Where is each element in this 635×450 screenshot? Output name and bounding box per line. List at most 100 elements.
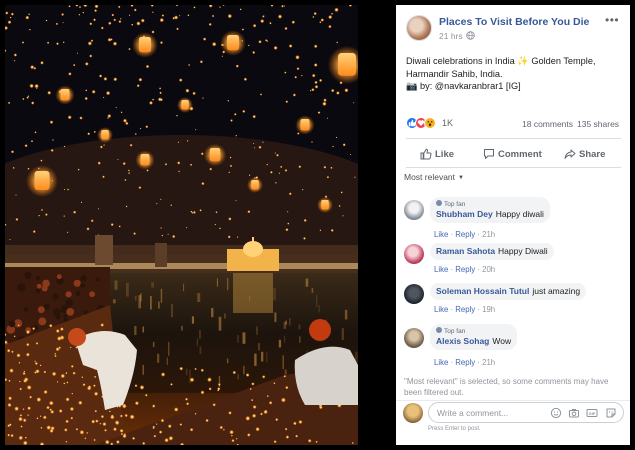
lantern-light: [5, 11, 9, 15]
lantern-light: [12, 166, 15, 169]
lantern-light: [67, 115, 72, 120]
diya-light: [26, 342, 30, 347]
shares-count[interactable]: 135 shares: [577, 119, 619, 129]
diya-light: [56, 336, 62, 341]
commenter-name[interactable]: Soleman Hossain Tutul: [436, 286, 529, 296]
lantern-light: [87, 132, 91, 136]
lantern-light: [125, 205, 128, 208]
comment-reply-link[interactable]: Reply: [455, 265, 475, 274]
caption-line[interactable]: 📷 by: @navkaranbrar1 [IG]: [406, 80, 621, 93]
comment-reply-link[interactable]: Reply: [455, 358, 475, 367]
lantern-light: [336, 41, 339, 44]
lantern-light: [91, 89, 96, 94]
comment-time[interactable]: 21h: [482, 358, 495, 367]
commenter-avatar[interactable]: [404, 328, 424, 348]
diya-light: [43, 370, 47, 374]
camera-icon[interactable]: [568, 407, 580, 419]
lantern-light: [98, 74, 103, 78]
lantern-light: [253, 147, 256, 149]
comments-count[interactable]: 18 comments: [522, 119, 573, 129]
reaction-count[interactable]: 1K: [442, 118, 453, 128]
lantern-light: [15, 194, 17, 196]
lantern-light: [136, 21, 141, 26]
water-reflection: [266, 351, 268, 363]
comment-input[interactable]: [437, 406, 547, 420]
post-timestamp[interactable]: 21 hrs: [439, 31, 463, 41]
lantern-light: [349, 153, 352, 156]
post-photo[interactable]: [5, 5, 358, 445]
post-caption: Diwali celebrations in India ✨ Golden Te…: [406, 55, 621, 93]
lantern-light: [22, 97, 25, 101]
lantern-light: [235, 199, 237, 202]
divider: [406, 138, 621, 139]
current-user-avatar[interactable]: [403, 403, 423, 423]
post-actions: Like Comment Share: [396, 141, 630, 169]
person: [75, 291, 80, 296]
lantern-light: [40, 208, 44, 212]
commenter-name[interactable]: Raman Sahota: [436, 246, 495, 256]
emoji-icon[interactable]: [550, 407, 562, 419]
water-reflection: [311, 288, 314, 293]
diya-light: [20, 425, 23, 428]
commenter-avatar[interactable]: [404, 284, 424, 304]
lantern-light: [27, 95, 30, 98]
water-reflection: [196, 338, 198, 346]
lantern-light: [108, 21, 112, 26]
comment-time[interactable]: 20h: [482, 265, 495, 274]
comment-like-link[interactable]: Like: [434, 305, 448, 314]
diya-light: [273, 440, 277, 444]
diya-light: [69, 406, 75, 412]
lantern-light: [124, 178, 127, 182]
page-avatar[interactable]: [406, 15, 432, 41]
lantern: [101, 130, 109, 140]
lantern-light: [319, 229, 322, 232]
diya-light: [54, 354, 57, 358]
comment-sort-dropdown[interactable]: Most relevant ▼: [404, 172, 464, 182]
comment-time[interactable]: 21h: [482, 230, 495, 239]
diya-light: [94, 409, 98, 413]
lantern-light: [21, 41, 25, 44]
diya-light: [124, 413, 128, 418]
water-reflection: [299, 336, 301, 343]
lantern-light: [189, 163, 193, 167]
diya-light: [142, 441, 146, 445]
water-reflection: [168, 342, 170, 356]
gif-icon[interactable]: GIF: [586, 407, 598, 419]
person: [44, 303, 50, 310]
diya-light: [58, 409, 63, 413]
lantern-light: [258, 40, 262, 44]
comment-reply-link[interactable]: Reply: [455, 305, 475, 314]
diya-light: [32, 327, 36, 331]
sticker-icon[interactable]: [605, 407, 617, 419]
commenter-avatar[interactable]: [404, 244, 424, 264]
diya-light: [155, 423, 158, 425]
comment-like-link[interactable]: Like: [434, 265, 448, 274]
comment-reply-link[interactable]: Reply: [455, 230, 475, 239]
wow-icon[interactable]: [424, 117, 436, 129]
commenter-name[interactable]: Alexis Sohag: [436, 336, 489, 346]
facebook-photo-viewer: Places To Visit Before You Die 21 hrs ••…: [0, 0, 635, 450]
diya-light: [11, 350, 14, 354]
commenter-name[interactable]: Shubham Dey: [436, 209, 493, 219]
comment-like-link[interactable]: Like: [434, 358, 448, 367]
lantern-light: [235, 134, 238, 137]
comment-time[interactable]: 19h: [482, 305, 495, 314]
diya-light: [315, 440, 318, 443]
diya-light: [144, 393, 148, 397]
diya-light: [25, 352, 30, 357]
lantern-light: [177, 141, 180, 143]
lantern-light: [208, 22, 212, 26]
lantern-light: [99, 145, 103, 149]
page-name-link[interactable]: Places To Visit Before You Die: [439, 16, 589, 28]
diya-light: [295, 434, 299, 438]
lantern-light: [326, 175, 330, 179]
person: [35, 288, 41, 294]
commenter-avatar[interactable]: [404, 200, 424, 220]
top-fan-badge: Top fan: [436, 327, 511, 336]
lantern-light: [63, 145, 66, 148]
more-options-icon[interactable]: •••: [605, 14, 619, 26]
diya-light: [158, 430, 163, 434]
comment-composer[interactable]: GIF: [428, 402, 624, 423]
comment-text: Happy diwali: [495, 209, 544, 219]
comment-like-link[interactable]: Like: [434, 230, 448, 239]
